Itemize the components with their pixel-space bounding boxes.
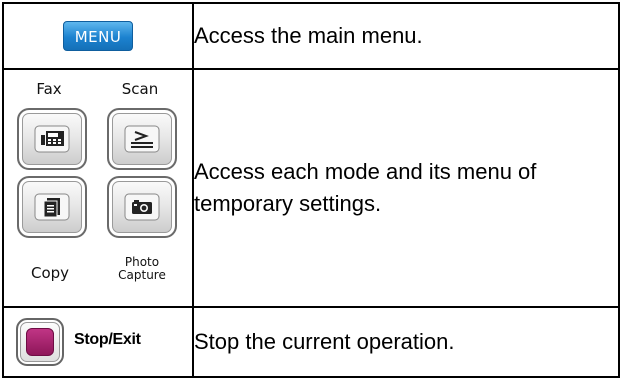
mode-buttons-group: Fax Scan Copy Photo Capture bbox=[4, 76, 192, 300]
photo-capture-button[interactable] bbox=[107, 175, 177, 238]
table-row-stop: Stop/Exit Stop the current operation. bbox=[2, 305, 620, 379]
stop-cell: Stop/Exit bbox=[2, 305, 194, 379]
copy-icon bbox=[34, 193, 70, 221]
stop-icon bbox=[26, 327, 54, 356]
fax-icon bbox=[34, 125, 70, 153]
scan-icon bbox=[124, 125, 160, 153]
scan-button[interactable] bbox=[107, 107, 177, 170]
stop-exit-button[interactable] bbox=[16, 317, 64, 366]
photo-label-line2: Capture bbox=[118, 267, 166, 282]
table-row-menu: MENU Access the main menu. bbox=[2, 1, 620, 71]
photo-label-line1: Photo bbox=[124, 254, 160, 269]
modes-description: Access each mode and its menu of tempora… bbox=[192, 68, 620, 308]
scan-label: Scan bbox=[121, 79, 159, 98]
menu-cell: MENU bbox=[2, 1, 194, 71]
photo-capture-icon bbox=[124, 193, 160, 221]
stop-description: Stop the current operation. bbox=[192, 305, 620, 379]
menu-description: Access the main menu. bbox=[192, 1, 620, 71]
modes-cell: Fax Scan Copy Photo Capture bbox=[2, 68, 194, 308]
fax-button[interactable] bbox=[17, 107, 87, 170]
copy-label: Copy bbox=[30, 263, 70, 282]
stop-exit-label: Stop/Exit bbox=[74, 330, 141, 348]
menu-button[interactable]: MENU bbox=[63, 21, 133, 52]
copy-button[interactable] bbox=[17, 175, 87, 238]
stop-exit-group: Stop/Exit bbox=[4, 309, 192, 375]
fax-label: Fax bbox=[36, 79, 62, 98]
key-function-table: MENU Access the main menu. Fax Scan Copy… bbox=[2, 1, 620, 379]
table-row-modes: Fax Scan Copy Photo Capture Access each … bbox=[2, 68, 620, 308]
